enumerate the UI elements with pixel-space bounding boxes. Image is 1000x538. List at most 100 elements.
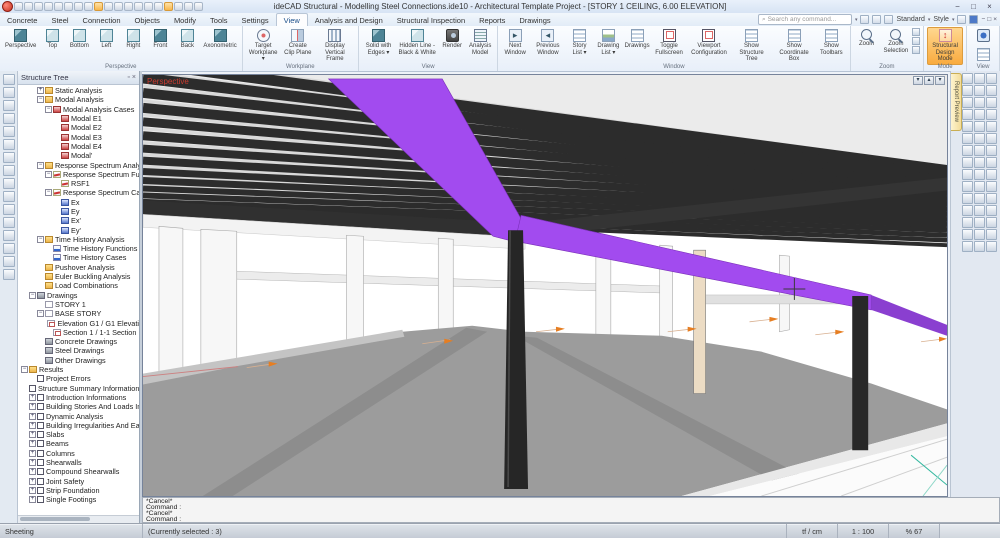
workplane-quick-icon[interactable] <box>154 2 163 11</box>
zoom-extra-icon[interactable] <box>912 46 920 54</box>
report-tool-icon[interactable] <box>962 157 973 168</box>
tree-item[interactable]: −Time History Analysis <box>18 235 139 244</box>
menu-tab-concrete[interactable]: Concrete <box>0 13 44 26</box>
report-tool-icon[interactable] <box>986 193 997 204</box>
menu-tab-connection[interactable]: Connection <box>76 13 128 26</box>
report-tool-icon[interactable] <box>986 181 997 192</box>
report-tool-icon[interactable] <box>962 193 973 204</box>
report-tool-icon[interactable] <box>974 169 985 180</box>
ribbon-button-toggle-fullscreen[interactable]: Toggle Fullscreen <box>651 27 687 58</box>
tree-item[interactable]: Pushover Analysis <box>18 263 139 272</box>
profile-select[interactable]: Standard <box>896 16 924 23</box>
report-tool-icon[interactable] <box>986 217 997 228</box>
menu-tab-steel[interactable]: Steel <box>44 13 75 26</box>
report-tool-icon[interactable] <box>974 205 985 216</box>
close-panel-icon[interactable]: × <box>132 74 136 81</box>
tree-item[interactable]: −BASE STORY <box>18 309 139 318</box>
report-tool-icon[interactable] <box>962 133 973 144</box>
print-preview-icon[interactable] <box>860 15 869 24</box>
tree-item[interactable]: Modal' <box>18 151 139 160</box>
expand-icon[interactable]: + <box>29 487 36 494</box>
tree-item[interactable]: +Dynamic Analysis <box>18 411 139 420</box>
report-tool-icon[interactable] <box>962 205 973 216</box>
tree-item[interactable]: Section 1 / 1-1 Section <box>18 328 139 337</box>
ribbon-button-show-coordinate-box[interactable]: Show Coordinate Box <box>773 27 815 65</box>
report-tool-icon[interactable] <box>986 145 997 156</box>
tree-item[interactable]: Modal E2 <box>18 123 139 132</box>
menu-tab-drawings[interactable]: Drawings <box>512 13 557 26</box>
new-file-icon[interactable] <box>24 2 33 11</box>
tree-item[interactable]: +Static Analysis <box>18 86 139 95</box>
tree-item[interactable]: +Shearwalls <box>18 458 139 467</box>
side-tool-icon[interactable] <box>3 243 15 254</box>
side-tool-icon[interactable] <box>3 126 15 137</box>
expand-icon[interactable]: + <box>29 496 36 503</box>
side-tool-icon[interactable] <box>3 100 15 111</box>
ribbon-button-axonometric[interactable]: Axonometric <box>201 27 238 52</box>
side-tool-icon[interactable] <box>3 113 15 124</box>
ribbon-button-show-toolbars[interactable]: Show Toolbars <box>816 27 847 58</box>
ribbon-button-display-vertical-frame[interactable]: Display Vertical Frame <box>315 27 355 65</box>
expand-icon[interactable]: + <box>29 413 36 420</box>
ribbon-button-render[interactable]: Render <box>439 27 465 52</box>
side-tool-icon[interactable] <box>3 139 15 150</box>
zoom-extra-icon[interactable] <box>912 37 920 45</box>
tree-item[interactable]: Modal E3 <box>18 132 139 141</box>
report-tool-icon[interactable] <box>962 97 973 108</box>
tree-item[interactable]: Elevation G1 / G1 Elevati <box>18 318 139 327</box>
ribbon-button-eye[interactable] <box>970 27 996 44</box>
screenshot-icon[interactable] <box>84 2 93 11</box>
3d-viewport[interactable]: Perspective ▾▴▾ <box>142 74 948 497</box>
zoom-extra-icon[interactable] <box>912 28 920 36</box>
undo-icon[interactable] <box>64 2 73 11</box>
tree-item[interactable]: −Response Spectrum Analysis <box>18 160 139 169</box>
report-tool-icon[interactable] <box>974 217 985 228</box>
report-tool-icon[interactable] <box>986 169 997 180</box>
tree-item[interactable]: +Building Stories And Loads Infor <box>18 402 139 411</box>
side-tool-icon[interactable] <box>3 256 15 267</box>
report-tool-icon[interactable] <box>962 241 973 252</box>
tree-item[interactable]: Other Drawings <box>18 356 139 365</box>
status-scale[interactable]: 1 : 100 <box>838 524 889 538</box>
minimize-button[interactable]: − <box>951 2 964 11</box>
tree-item[interactable]: −Drawings <box>18 291 139 300</box>
tree-item[interactable]: +Introduction Informations <box>18 393 139 402</box>
ribbon-button-analysis-model[interactable]: Analysis Model <box>466 27 494 58</box>
ribbon-button-next-window[interactable]: ▸Next Window <box>501 27 529 58</box>
print-icon[interactable] <box>872 15 881 24</box>
ribbon-button-viewport-configuration[interactable]: Viewport Configuration <box>688 27 730 58</box>
collapse-icon[interactable]: − <box>37 96 44 103</box>
ribbon-button-drawing-list[interactable]: Drawing List ▾ <box>594 27 624 58</box>
report-tool-icon[interactable] <box>986 85 997 96</box>
ribbon-button-previous-window[interactable]: ◂Previous Window <box>530 27 565 58</box>
report-tool-icon[interactable] <box>986 121 997 132</box>
ribbon-button-hidden-line-black-white[interactable]: Hidden Line - Black & White <box>396 27 438 58</box>
pin-panel-icon[interactable]: ▫ <box>127 74 129 81</box>
tree-item[interactable]: +Slabs <box>18 430 139 439</box>
home-icon[interactable] <box>14 2 23 11</box>
tree-item[interactable]: −Modal Analysis <box>18 95 139 104</box>
tree-item[interactable]: Modal E4 <box>18 142 139 151</box>
status-zoom-percent[interactable]: % 67 <box>889 524 940 538</box>
viewport-minimize-button[interactable]: ▾ <box>913 76 923 85</box>
ribbon-button-show-structure-tree[interactable]: Show Structure Tree <box>731 27 772 65</box>
expand-icon[interactable]: + <box>29 468 36 475</box>
report-tool-icon[interactable] <box>986 205 997 216</box>
menu-tab-view[interactable]: View <box>276 13 308 26</box>
ribbon-button-story-list[interactable]: Story List ▾ <box>567 27 593 58</box>
lightning-run-icon[interactable] <box>184 2 193 11</box>
report-tool-icon[interactable] <box>986 97 997 108</box>
tree-item[interactable]: Concrete Drawings <box>18 337 139 346</box>
tree-item[interactable]: +Beams <box>18 439 139 448</box>
report-tool-icon[interactable] <box>986 133 997 144</box>
snap-grid-icon[interactable] <box>134 2 143 11</box>
menu-tab-settings[interactable]: Settings <box>235 13 276 26</box>
tree-item[interactable]: Load Combinations <box>18 281 139 290</box>
expand-icon[interactable]: + <box>29 431 36 438</box>
menu-tab-objects[interactable]: Objects <box>128 13 167 26</box>
close-button[interactable]: × <box>983 2 996 11</box>
collapse-icon[interactable]: − <box>45 189 52 196</box>
report-tool-icon[interactable] <box>962 181 973 192</box>
tree-item[interactable]: STORY 1 <box>18 300 139 309</box>
collapse-icon[interactable]: − <box>29 292 36 299</box>
